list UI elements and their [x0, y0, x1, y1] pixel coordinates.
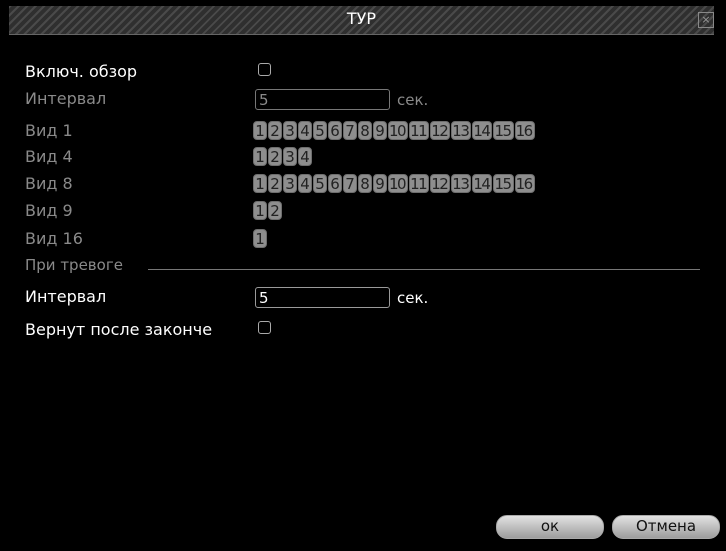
channel-button[interactable]: 3 — [283, 121, 297, 140]
tour-interval-input[interactable]: 5 — [255, 89, 390, 110]
alarm-interval-unit: сек. — [397, 289, 429, 307]
view1-label: Вид 1 — [25, 121, 73, 140]
channel-button[interactable]: 2 — [268, 201, 282, 220]
channel-button[interactable]: 11 — [409, 121, 430, 140]
enable-tour-checkbox[interactable] — [258, 63, 271, 76]
channel-button[interactable]: 7 — [343, 174, 357, 193]
tour-interval-label: Интервал — [25, 89, 107, 108]
view1-channels: 1 2 3 4 5 6 7 8 9 10 11 12 13 14 15 16 — [253, 121, 535, 140]
channel-button[interactable]: 9 — [373, 121, 387, 140]
tour-interval-unit: сек. — [397, 91, 429, 109]
view8-channels: 1 2 3 4 5 6 7 8 9 10 11 12 13 14 15 16 — [253, 174, 535, 193]
channel-button[interactable]: 1 — [253, 147, 267, 166]
channel-button[interactable]: 3 — [283, 174, 297, 193]
channel-button[interactable]: 16 — [514, 174, 535, 193]
enable-tour-label: Включ. обзор — [25, 62, 138, 81]
channel-button[interactable]: 15 — [493, 121, 514, 140]
channel-button[interactable]: 10 — [388, 121, 409, 140]
view8-label: Вид 8 — [25, 174, 73, 193]
channel-button[interactable]: 2 — [268, 174, 282, 193]
channel-button[interactable]: 11 — [409, 174, 430, 193]
view4-channels: 1234 — [253, 147, 312, 166]
channel-button[interactable]: 12 — [430, 121, 451, 140]
channel-button[interactable]: 1 — [253, 121, 267, 140]
channel-button[interactable]: 16 — [514, 121, 535, 140]
channel-button[interactable]: 1 — [253, 174, 267, 193]
channel-button[interactable]: 14 — [472, 121, 493, 140]
channel-button[interactable]: 3 — [283, 147, 297, 166]
channel-button[interactable]: 9 — [373, 174, 387, 193]
alarm-interval-label: Интервал — [25, 287, 107, 306]
return-after-checkbox[interactable] — [258, 321, 271, 334]
cancel-button[interactable]: Отмена — [612, 515, 720, 539]
channel-button[interactable]: 4 — [298, 147, 312, 166]
close-icon[interactable]: × — [698, 12, 714, 28]
view9-label: Вид 9 — [25, 201, 73, 220]
alarm-interval-input[interactable]: 5 — [255, 287, 390, 308]
channel-button[interactable]: 6 — [328, 174, 342, 193]
channel-button[interactable]: 4 — [298, 121, 312, 140]
view16-label: Вид 16 — [25, 229, 83, 248]
title-bar: ТУР × — [9, 6, 714, 35]
channel-button[interactable]: 13 — [451, 174, 472, 193]
channel-button[interactable]: 13 — [451, 121, 472, 140]
view4-label: Вид 4 — [25, 147, 73, 166]
tour-dialog: ТУР × Включ. обзор Интервал 5 сек. Вид 1… — [9, 6, 714, 551]
channel-button[interactable]: 6 — [328, 121, 342, 140]
view16-channels: 1 — [253, 229, 267, 248]
channel-button[interactable]: 2 — [268, 121, 282, 140]
alarm-section-label: При тревоге — [25, 256, 123, 274]
view9-channels: 12 — [253, 201, 282, 220]
channel-button[interactable]: 10 — [388, 174, 409, 193]
channel-button[interactable]: 8 — [358, 121, 372, 140]
dialog-title: ТУР — [346, 9, 377, 28]
alarm-section-divider — [148, 269, 700, 270]
channel-button[interactable]: 15 — [493, 174, 514, 193]
channel-button[interactable]: 5 — [313, 174, 327, 193]
channel-button[interactable]: 14 — [472, 174, 493, 193]
channel-button[interactable]: 8 — [358, 174, 372, 193]
channel-button[interactable]: 1 — [253, 201, 267, 220]
channel-button[interactable]: 2 — [268, 147, 282, 166]
channel-button[interactable]: 7 — [343, 121, 357, 140]
channel-button[interactable]: 5 — [313, 121, 327, 140]
channel-button[interactable]: 4 — [298, 174, 312, 193]
return-after-label: Вернут после законче — [25, 320, 213, 339]
channel-button[interactable]: 12 — [430, 174, 451, 193]
channel-button[interactable]: 1 — [253, 229, 267, 248]
ok-button[interactable]: ок — [496, 515, 604, 539]
